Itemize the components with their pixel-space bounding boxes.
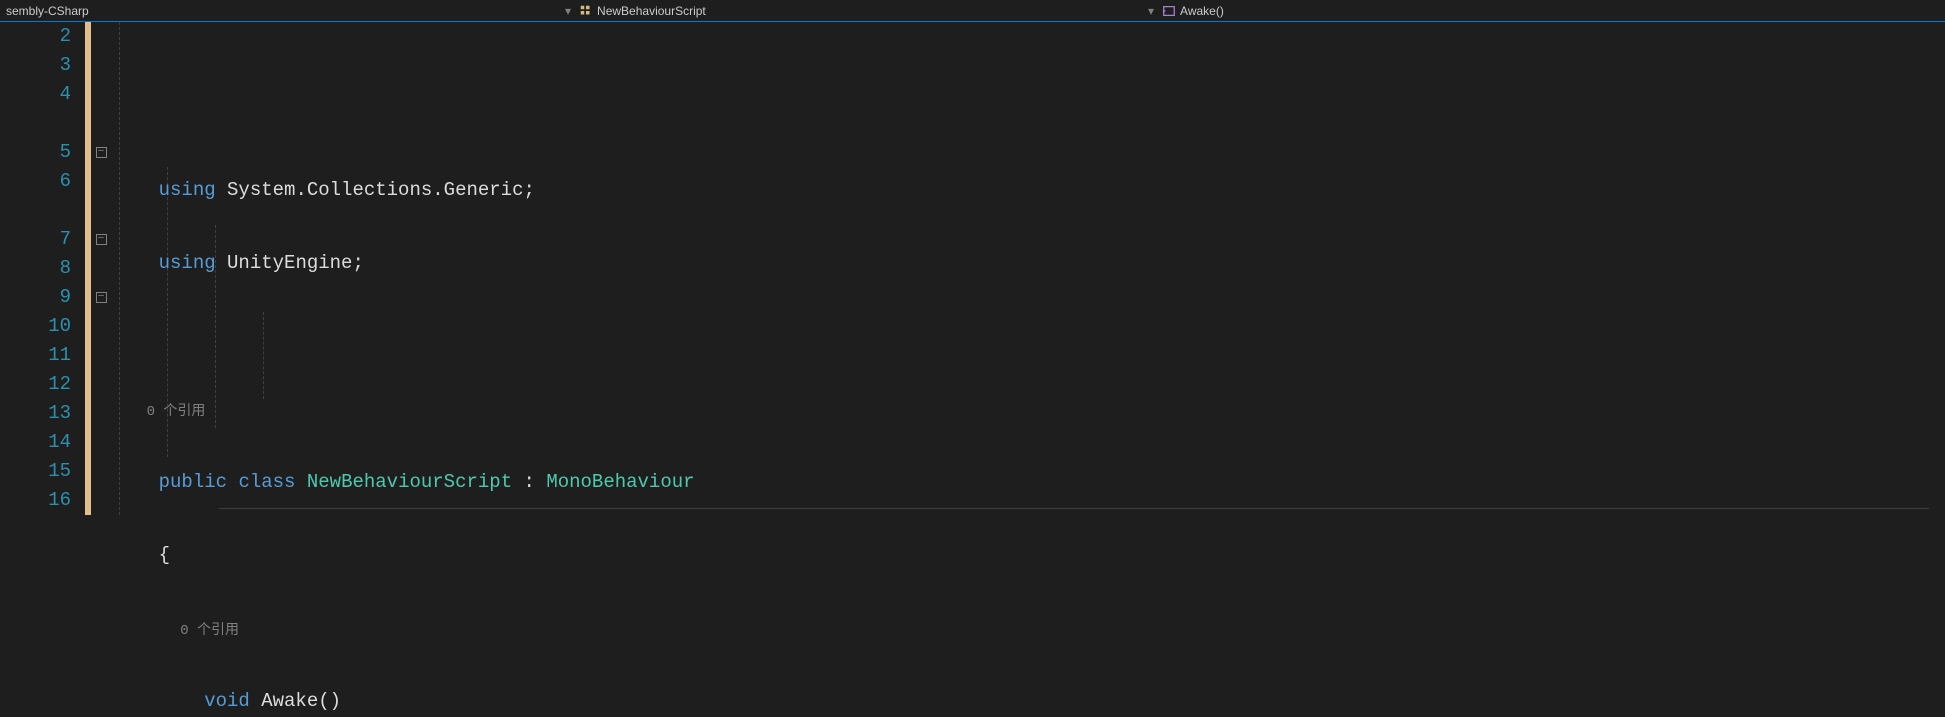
code-line[interactable]: using System.Collections.Generic; [109,176,1945,205]
code-line[interactable]: { [109,541,1945,570]
fold-toggle[interactable]: − [96,234,107,245]
modified-line-marker [85,109,91,138]
modified-line-marker [85,22,91,51]
line-number: 5 [0,138,71,167]
modified-line-marker [85,341,91,370]
code-line[interactable]: public class NewBehaviourScript : MonoBe… [109,468,1945,497]
breadcrumb-method[interactable]: ▾ Awake() [1138,0,1230,21]
line-number: 15 [0,457,71,486]
breadcrumb-project-label: sembly-CSharp [6,4,89,18]
line-number [0,196,71,225]
modified-line-marker [85,283,91,312]
fold-toggle[interactable]: − [96,292,107,303]
modified-line-marker [85,399,91,428]
modified-line-marker [85,225,91,254]
line-number: 3 [0,51,71,80]
code-editor[interactable]: 2 3 4 5 6 7 8 9 10 11 12 13 14 15 16 [0,22,1945,717]
codelens-references[interactable]: 0 个引用 [109,614,1945,643]
fold-toggle[interactable]: − [96,147,107,158]
line-number: 13 [0,399,71,428]
modified-line-marker [85,80,91,109]
modified-line-marker [85,312,91,341]
line-number [0,109,71,138]
breadcrumb-method-label: Awake() [1180,4,1224,18]
modified-line-marker [85,428,91,457]
line-number: 7 [0,225,71,254]
modified-line-marker [85,138,91,167]
codelens-references[interactable]: 0 个引用 [109,395,1945,424]
line-number: 8 [0,254,71,283]
method-icon [1162,4,1176,18]
fold-margin: − − − [93,22,109,717]
horizontal-rule [219,508,1929,509]
line-number: 14 [0,428,71,457]
line-number: 12 [0,370,71,399]
change-indicator-margin [85,22,93,717]
breadcrumb-class[interactable]: ▾ NewBehaviourScript [555,0,712,21]
modified-line-marker [85,457,91,486]
modified-line-marker [85,254,91,283]
line-number-gutter: 2 3 4 5 6 7 8 9 10 11 12 13 14 15 16 [0,22,85,717]
line-number: 10 [0,312,71,341]
line-number: 4 [0,80,71,109]
modified-line-marker [85,167,91,196]
class-icon [579,4,593,18]
breadcrumb-separator: ▾ [561,4,575,18]
vertical-scrollbar[interactable] [1929,22,1945,717]
line-number: 2 [0,22,71,51]
modified-line-marker [85,370,91,399]
modified-line-marker [85,196,91,225]
code-line[interactable] [109,322,1945,351]
code-area[interactable]: using System.Collections.Generic; using … [109,22,1945,717]
breadcrumb-bar: sembly-CSharp ▾ NewBehaviourScript ▾ Awa… [0,0,1945,22]
breadcrumb-project[interactable]: sembly-CSharp [0,0,95,21]
code-line[interactable]: using UnityEngine; [109,249,1945,278]
line-number: 9 [0,283,71,312]
line-number: 16 [0,486,71,515]
modified-line-marker [85,486,91,515]
breadcrumb-class-label: NewBehaviourScript [597,4,706,18]
code-line[interactable]: void Awake() [109,687,1945,716]
line-number: 11 [0,341,71,370]
breadcrumb-separator: ▾ [1144,4,1158,18]
modified-line-marker [85,51,91,80]
line-number: 6 [0,167,71,196]
